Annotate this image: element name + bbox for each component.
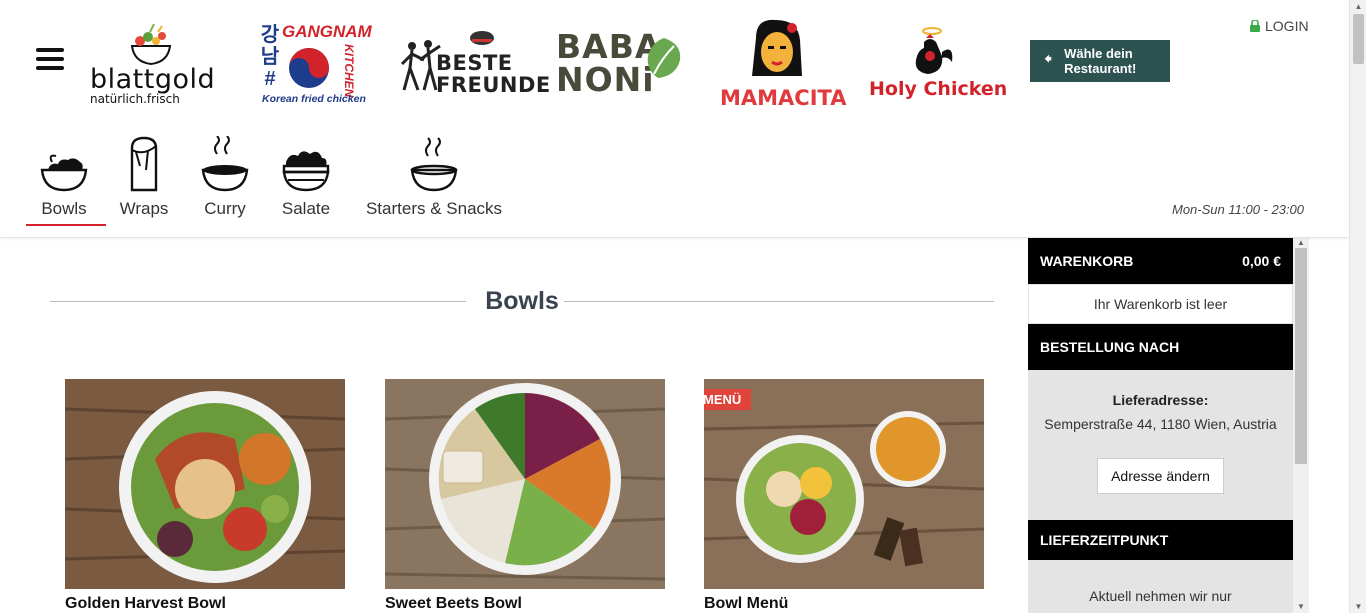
brand-blattgold-logo[interactable]: blattgold natürlich.frisch	[88, 24, 218, 106]
leaf-icon	[647, 38, 681, 78]
mamacita-face-icon	[752, 19, 802, 76]
cart-sidebar: WARENKORB 0,00 € Ihr Warenkorb ist leer …	[1028, 238, 1293, 613]
blattgold-tagline: natürlich.frisch	[90, 92, 180, 106]
holy-chicken-name: Holy Chicken	[869, 78, 1008, 100]
section-title: Bowls	[485, 287, 559, 315]
product-name: Bowl Menü	[704, 595, 789, 612]
gangnam-title: GANGNAM	[282, 22, 372, 41]
scroll-down-icon[interactable]: ▼	[1293, 602, 1309, 611]
category-nav: Bowls Wraps Curry Salate Starters & Snac…	[24, 132, 514, 230]
choose-line2: Restaurant!	[1064, 61, 1137, 76]
lock-icon	[1250, 20, 1260, 32]
category-label: Bowls	[41, 199, 87, 218]
product-card[interactable]: MENÜ Bowl Menü	[704, 379, 984, 613]
cart-total: 0,00 €	[1242, 253, 1281, 269]
opening-hours: Mon-Sun 11:00 - 23:00	[1172, 202, 1305, 217]
delivery-time-note: Aktuell nehmen wir nur	[1089, 588, 1232, 604]
salad-bowl-icon	[282, 151, 330, 192]
soup-bowl-icon	[410, 137, 458, 192]
order-header: BESTELLUNG NACH	[1028, 324, 1293, 370]
category-label: Wraps	[119, 199, 169, 218]
menu-badge: MENÜ	[704, 389, 752, 410]
delivery-address-label: Lieferadresse:	[1112, 392, 1209, 408]
page-scrollbar[interactable]: ▲ ▼	[1349, 0, 1366, 613]
curry-bowl-icon	[201, 136, 249, 192]
category-tab-wraps[interactable]: Wraps	[104, 132, 184, 228]
page-scroll-thumb[interactable]	[1353, 14, 1364, 64]
gangnam-korean-text: 강남#	[260, 24, 280, 90]
bowl-salad-icon	[40, 154, 88, 192]
product-card[interactable]: Sweet Beets Bowl	[385, 379, 665, 613]
arrow-left-icon: 🠸	[1044, 50, 1053, 68]
category-tab-curry[interactable]: Curry	[184, 132, 266, 228]
beste-freunde-name: BESTE FREUNDE	[436, 52, 551, 96]
gangnam-kitchen-text: KITCHEN	[342, 44, 356, 98]
delivery-time-title: LIEFERZEITPUNKT	[1040, 532, 1169, 548]
product-name: Golden Harvest Bowl	[65, 595, 226, 612]
category-label: Curry	[204, 199, 246, 218]
category-label: Salate	[281, 199, 331, 218]
product-card[interactable]: Golden Harvest Bowl	[65, 379, 345, 613]
category-label: Starters & Snacks	[365, 199, 503, 218]
cart-header: WARENKORB 0,00 €	[1028, 238, 1293, 284]
brand-baba-noni-logo[interactable]: BABA NONi	[556, 30, 686, 100]
choose-restaurant-button[interactable]: 🠸 Wähle dein Restaurant!	[1030, 40, 1170, 82]
cart-scroll-thumb[interactable]	[1295, 248, 1307, 464]
scroll-up-icon[interactable]: ▲	[1293, 238, 1309, 247]
brand-mamacita-logo[interactable]: MAMACITA	[716, 18, 846, 110]
scroll-up-icon[interactable]: ▲	[1350, 2, 1366, 11]
beste-line2: FREUNDE	[436, 73, 551, 97]
mamacita-name: MAMACITA	[720, 86, 847, 110]
cart-title: WARENKORB	[1040, 253, 1134, 269]
delivery-time-header: LIEFERZEITPUNKT	[1028, 520, 1293, 560]
section-heading: Bowls	[50, 287, 994, 317]
scroll-down-icon[interactable]: ▼	[1350, 602, 1366, 611]
wrap-icon	[130, 136, 158, 192]
app-root: blattgold natürlich.frisch GANGNAM 강남# K…	[0, 0, 1366, 613]
hamburger-menu-icon[interactable]	[36, 48, 64, 70]
taeguk-icon	[289, 48, 329, 88]
brand-holy-chicken-logo[interactable]: Holy Chicken	[866, 26, 1007, 106]
login-label: LOGIN	[1265, 18, 1309, 34]
category-tab-salate[interactable]: Salate	[266, 132, 346, 228]
product-name: Sweet Beets Bowl	[385, 595, 522, 612]
product-image	[65, 379, 345, 589]
choose-line1: Wähle dein	[1064, 46, 1133, 61]
brand-gangnam-kitchen-logo[interactable]: GANGNAM 강남# KITCHEN Korean fried chicken	[260, 22, 372, 108]
salad-bowl-logo-icon	[130, 24, 172, 66]
brand-beste-freunde-logo[interactable]: BESTE FREUNDE	[400, 30, 550, 100]
order-header-title: BESTELLUNG NACH	[1040, 339, 1180, 355]
rooster-icon	[915, 27, 953, 74]
cart-empty-message: Ihr Warenkorb ist leer	[1029, 285, 1292, 323]
main-content: Bowls Golden Harvest Bowl Sweet Beets Bo…	[0, 239, 1028, 613]
change-address-button[interactable]: Adresse ändern	[1097, 458, 1224, 494]
product-image	[385, 379, 665, 589]
delivery-address: Semperstraße 44, 1180 Wien, Austria	[1044, 416, 1277, 432]
site-header: blattgold natürlich.frisch GANGNAM 강남# K…	[0, 0, 1349, 238]
login-link[interactable]: LOGIN	[1250, 18, 1309, 34]
blattgold-name: blattgold	[90, 64, 216, 95]
gangnam-tagline: Korean fried chicken	[262, 93, 366, 105]
product-image: MENÜ	[704, 379, 984, 589]
category-tab-starters-snacks[interactable]: Starters & Snacks	[354, 132, 514, 228]
cart-scrollbar[interactable]: ▲ ▼	[1293, 238, 1309, 613]
choose-restaurant-label: Wähle dein Restaurant!	[1064, 46, 1136, 76]
category-tab-bowls[interactable]: Bowls	[24, 132, 106, 228]
beste-line1: BESTE	[436, 51, 513, 75]
